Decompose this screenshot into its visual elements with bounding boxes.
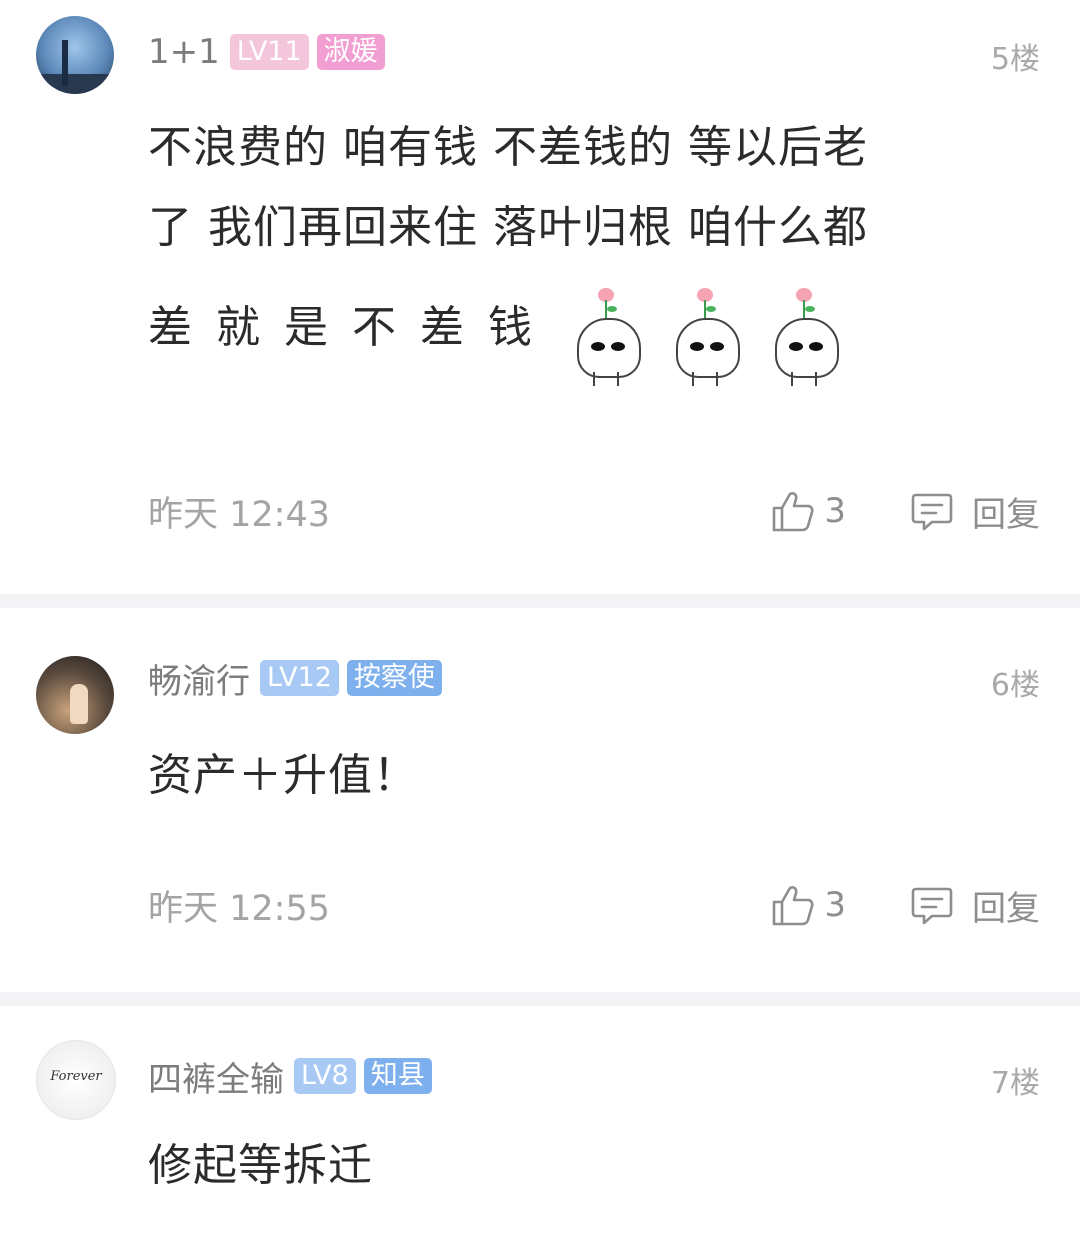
timestamp: 昨天 12:55: [148, 888, 330, 929]
title-badge: 按察使: [346, 660, 442, 696]
title-badge: 淑媛: [316, 34, 385, 70]
sprout-face-sticker: [571, 288, 643, 386]
avatar-city-skyline: [36, 74, 114, 94]
comment-content: 资产＋升值！: [148, 736, 1002, 816]
reply-label: 回复: [972, 494, 1040, 535]
like-button[interactable]: 3: [770, 882, 846, 928]
avatar[interactable]: [36, 656, 114, 734]
floor-number: 6楼: [990, 668, 1040, 703]
comment-item: 1+1 LV11 淑媛 5楼 不浪费的 咱有钱 不差钱的 等以后老 了 我们再回…: [0, 0, 1080, 594]
comment-actions: 3 回复: [770, 881, 1040, 930]
comment-bubble-icon: [910, 489, 954, 533]
comment-header: 四裤全输 LV8 知县: [148, 1052, 440, 1101]
comment-content: 不浪费的 咱有钱 不差钱的 等以后老 了 我们再回来住 落叶归根 咱什么都 差就…: [148, 108, 1002, 388]
reply-button[interactable]: 回复: [910, 881, 1040, 930]
comment-item: 畅渝行 LV12 按察使 6楼 资产＋升值！ 昨天 12:55 3 回复: [0, 608, 1080, 992]
like-count: 3: [824, 885, 846, 925]
avatar-script-text: Forever: [50, 1069, 102, 1084]
floor-number: 7楼: [990, 1066, 1040, 1101]
content-line: 不浪费的 咱有钱 不差钱的 等以后老: [148, 122, 868, 173]
comment-item: Forever 四裤全输 LV8 知县 7楼 修起等拆迁: [0, 1006, 1080, 1237]
username[interactable]: 四裤全输: [148, 1052, 284, 1101]
title-badge: 知县: [363, 1058, 432, 1094]
content-line: 资产＋升值！: [148, 750, 418, 801]
avatar-hand: [70, 684, 88, 724]
sprout-face-sticker: [670, 288, 742, 386]
comment-actions: 3 回复: [770, 487, 1040, 536]
comment-footer: 昨天 12:55 3 回复: [148, 880, 1040, 930]
avatar[interactable]: Forever: [36, 1040, 116, 1120]
comment-bubble-icon: [910, 883, 954, 927]
floor-number: 5楼: [990, 42, 1040, 77]
level-badge: LV8: [294, 1058, 356, 1094]
divider: [0, 594, 1080, 608]
reply-button[interactable]: 回复: [910, 487, 1040, 536]
level-badge: LV11: [229, 34, 309, 70]
avatar-tower: [62, 40, 68, 86]
content-line: 差就是不差钱: [148, 288, 1002, 388]
level-badge: LV12: [260, 660, 339, 696]
comment-footer: 昨天 12:43 3 回复: [148, 486, 1040, 536]
like-button[interactable]: 3: [770, 488, 846, 534]
username[interactable]: 畅渝行: [148, 654, 250, 703]
content-line: 修起等拆迁: [148, 1140, 373, 1191]
like-count: 3: [824, 491, 846, 531]
timestamp: 昨天 12:43: [148, 494, 330, 535]
thumbs-up-icon: [770, 488, 816, 534]
username[interactable]: 1+1: [148, 32, 220, 72]
content-text: 差就是不差钱: [148, 302, 556, 353]
comment-header: 1+1 LV11 淑媛: [148, 30, 393, 74]
divider: [0, 992, 1080, 1006]
sprout-face-sticker: [769, 288, 841, 386]
avatar[interactable]: [36, 16, 114, 94]
thumbs-up-icon: [770, 882, 816, 928]
comment-header: 畅渝行 LV12 按察使: [148, 654, 450, 703]
reply-label: 回复: [972, 888, 1040, 929]
content-line: 了 我们再回来住 落叶归根 咱什么都: [148, 202, 868, 253]
comment-content: 修起等拆迁: [148, 1126, 1002, 1206]
